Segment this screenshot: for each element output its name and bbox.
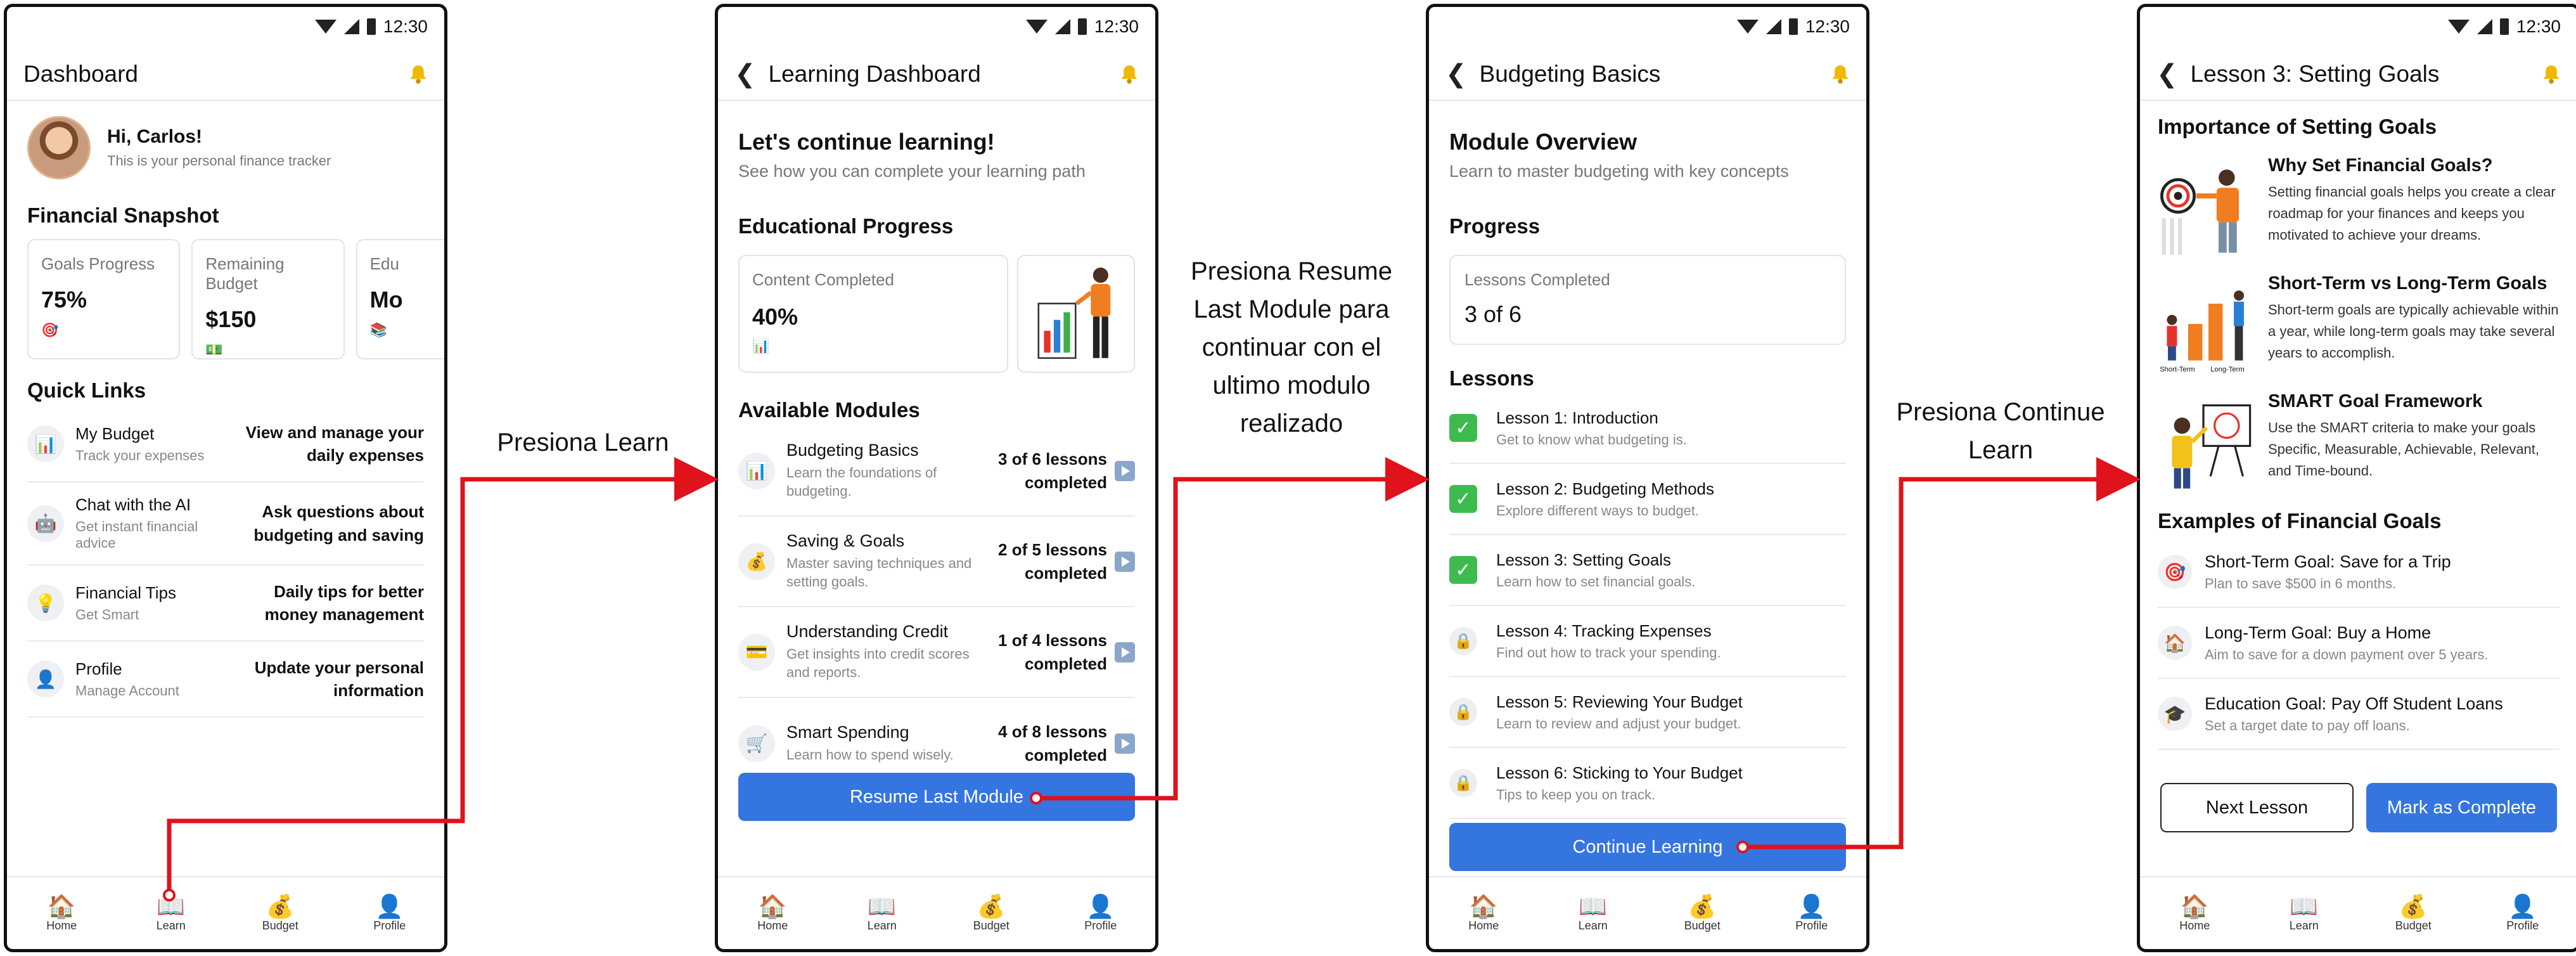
arrow-resume-to-module: [1030, 457, 1430, 804]
arrow-learn-to-learning: [163, 457, 719, 901]
arrow-continue-to-lesson: [1736, 457, 2141, 853]
flow-arrows: [163, 457, 2141, 901]
